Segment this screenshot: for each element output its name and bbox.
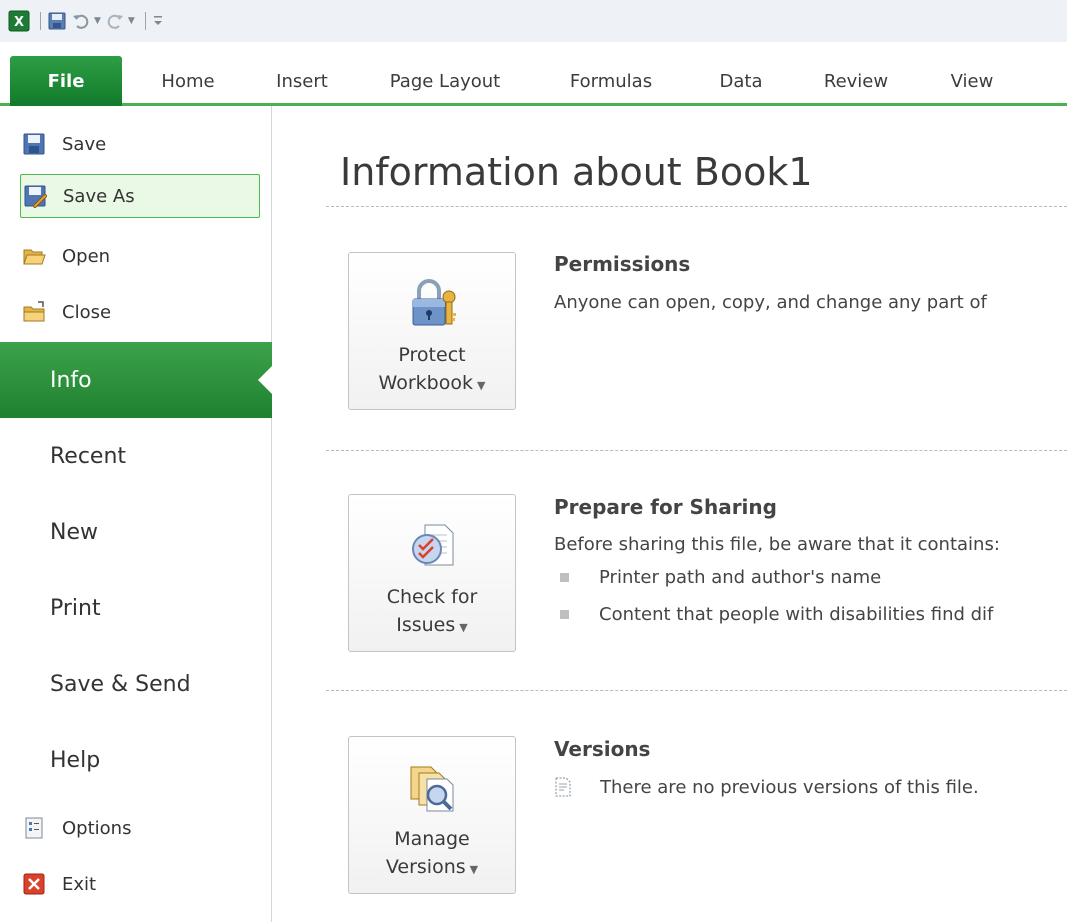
divider	[326, 206, 1067, 207]
manage-versions-label-line2: Versions ▼	[386, 853, 478, 884]
exit-icon	[20, 870, 48, 898]
permissions-desc: Anyone can open, copy, and change any pa…	[554, 292, 987, 313]
protect-workbook-label-line2: Workbook ▼	[379, 369, 486, 400]
bullet-square	[560, 610, 569, 619]
save-icon	[20, 130, 48, 158]
page-title: Information about Book1	[340, 150, 813, 194]
nav-item-help[interactable]: Help	[0, 722, 272, 798]
nav-item-save-send[interactable]: Save & Send	[0, 646, 272, 722]
options-command[interactable]: Options	[20, 806, 260, 850]
open-folder-icon	[20, 242, 48, 270]
save-icon[interactable]	[47, 9, 67, 33]
versions-title: Versions	[554, 737, 651, 761]
tab-review[interactable]: Review	[806, 56, 906, 106]
backstage-nav: Save Save As Open Close Info Recent New …	[0, 106, 272, 922]
print-label: Print	[50, 595, 101, 621]
save-as-label: Save As	[63, 185, 135, 207]
undo-icon[interactable]: ▼	[71, 9, 101, 33]
manage-versions-label-line1: Manage	[394, 828, 470, 850]
exit-label: Exit	[62, 873, 97, 895]
help-label: Help	[50, 747, 101, 773]
versions-desc-row: There are no previous versions of this f…	[552, 776, 1062, 798]
manage-versions-label-text: Versions	[385, 856, 466, 878]
redo-icon[interactable]: ▼	[105, 9, 135, 33]
lock-key-icon	[405, 277, 459, 331]
nav-item-new[interactable]: New	[0, 494, 272, 570]
dropdown-arrow-icon: ▼	[476, 379, 486, 392]
dropdown-arrow-icon: ▼	[459, 621, 468, 634]
save-label: Save	[62, 133, 107, 155]
bullet-text: Printer path and author's name	[599, 567, 882, 588]
permissions-title: Permissions	[554, 252, 691, 276]
qat-separator	[144, 12, 146, 30]
protect-workbook-button[interactable]: Protect Workbook ▼	[348, 252, 516, 410]
check-for-issues-button[interactable]: Check for Issues ▼	[348, 494, 516, 652]
qat-separator	[40, 12, 41, 30]
save-command[interactable]: Save	[20, 122, 260, 166]
close-folder-icon	[20, 298, 48, 326]
prepare-sharing-title: Prepare for Sharing	[554, 495, 777, 519]
new-label: New	[50, 519, 98, 545]
prepare-sharing-desc: Before sharing this file, be aware that …	[554, 534, 1000, 555]
check-document-icon	[405, 519, 459, 573]
check-issues-label-text: Issues	[396, 614, 456, 636]
protect-workbook-label-line1: Protect	[398, 344, 466, 366]
versions-desc: There are no previous versions of this f…	[600, 776, 979, 798]
open-label: Open	[62, 245, 111, 267]
tab-view[interactable]: View	[930, 56, 1014, 106]
tab-home[interactable]: Home	[140, 56, 236, 106]
save-as-command[interactable]: Save As	[20, 174, 260, 218]
exit-command[interactable]: Exit	[20, 862, 260, 906]
divider	[326, 690, 1067, 691]
tab-insert[interactable]: Insert	[258, 56, 346, 106]
divider	[326, 450, 1067, 451]
excel-logo-icon[interactable]: X	[8, 9, 30, 33]
ribbon-tabs: File Home Insert Page Layout Formulas Da…	[0, 42, 1067, 106]
tab-file[interactable]: File	[10, 56, 122, 106]
protect-workbook-label-text: Workbook	[378, 372, 473, 394]
bullet-text: Content that people with disabilities fi…	[599, 604, 994, 625]
options-icon	[20, 814, 48, 842]
close-label: Close	[62, 301, 112, 323]
list-item: Printer path and author's name	[560, 567, 1064, 588]
nav-item-info[interactable]: Info	[0, 342, 272, 418]
nav-item-recent[interactable]: Recent	[0, 418, 272, 494]
info-panel: Information about Book1 Protect Workbook…	[273, 106, 1067, 922]
document-version-icon	[552, 776, 574, 798]
svg-text:X: X	[14, 15, 24, 30]
save-send-label: Save & Send	[50, 671, 191, 697]
save-as-icon	[21, 182, 49, 210]
close-command[interactable]: Close	[20, 290, 260, 334]
info-label: Info	[50, 367, 92, 393]
manage-versions-button[interactable]: Manage Versions ▼	[348, 736, 516, 894]
manage-versions-icon	[405, 761, 459, 815]
tab-data[interactable]: Data	[700, 56, 782, 106]
check-issues-label-line2: Issues ▼	[396, 611, 468, 642]
quick-access-toolbar: X ▼ ▼	[0, 0, 1067, 42]
list-item: Content that people with disabilities fi…	[560, 604, 1064, 625]
check-issues-label-line1: Check for	[386, 586, 478, 608]
active-indicator	[258, 366, 272, 394]
dropdown-arrow-icon: ▼	[469, 863, 479, 876]
options-label: Options	[62, 817, 132, 839]
nav-item-print[interactable]: Print	[0, 570, 272, 646]
tab-page-layout[interactable]: Page Layout	[370, 56, 520, 106]
customize-qat-icon[interactable]	[152, 9, 164, 33]
open-command[interactable]: Open	[20, 234, 260, 278]
bullet-square	[560, 573, 569, 582]
tab-formulas[interactable]: Formulas	[548, 56, 674, 106]
recent-label: Recent	[50, 443, 127, 469]
